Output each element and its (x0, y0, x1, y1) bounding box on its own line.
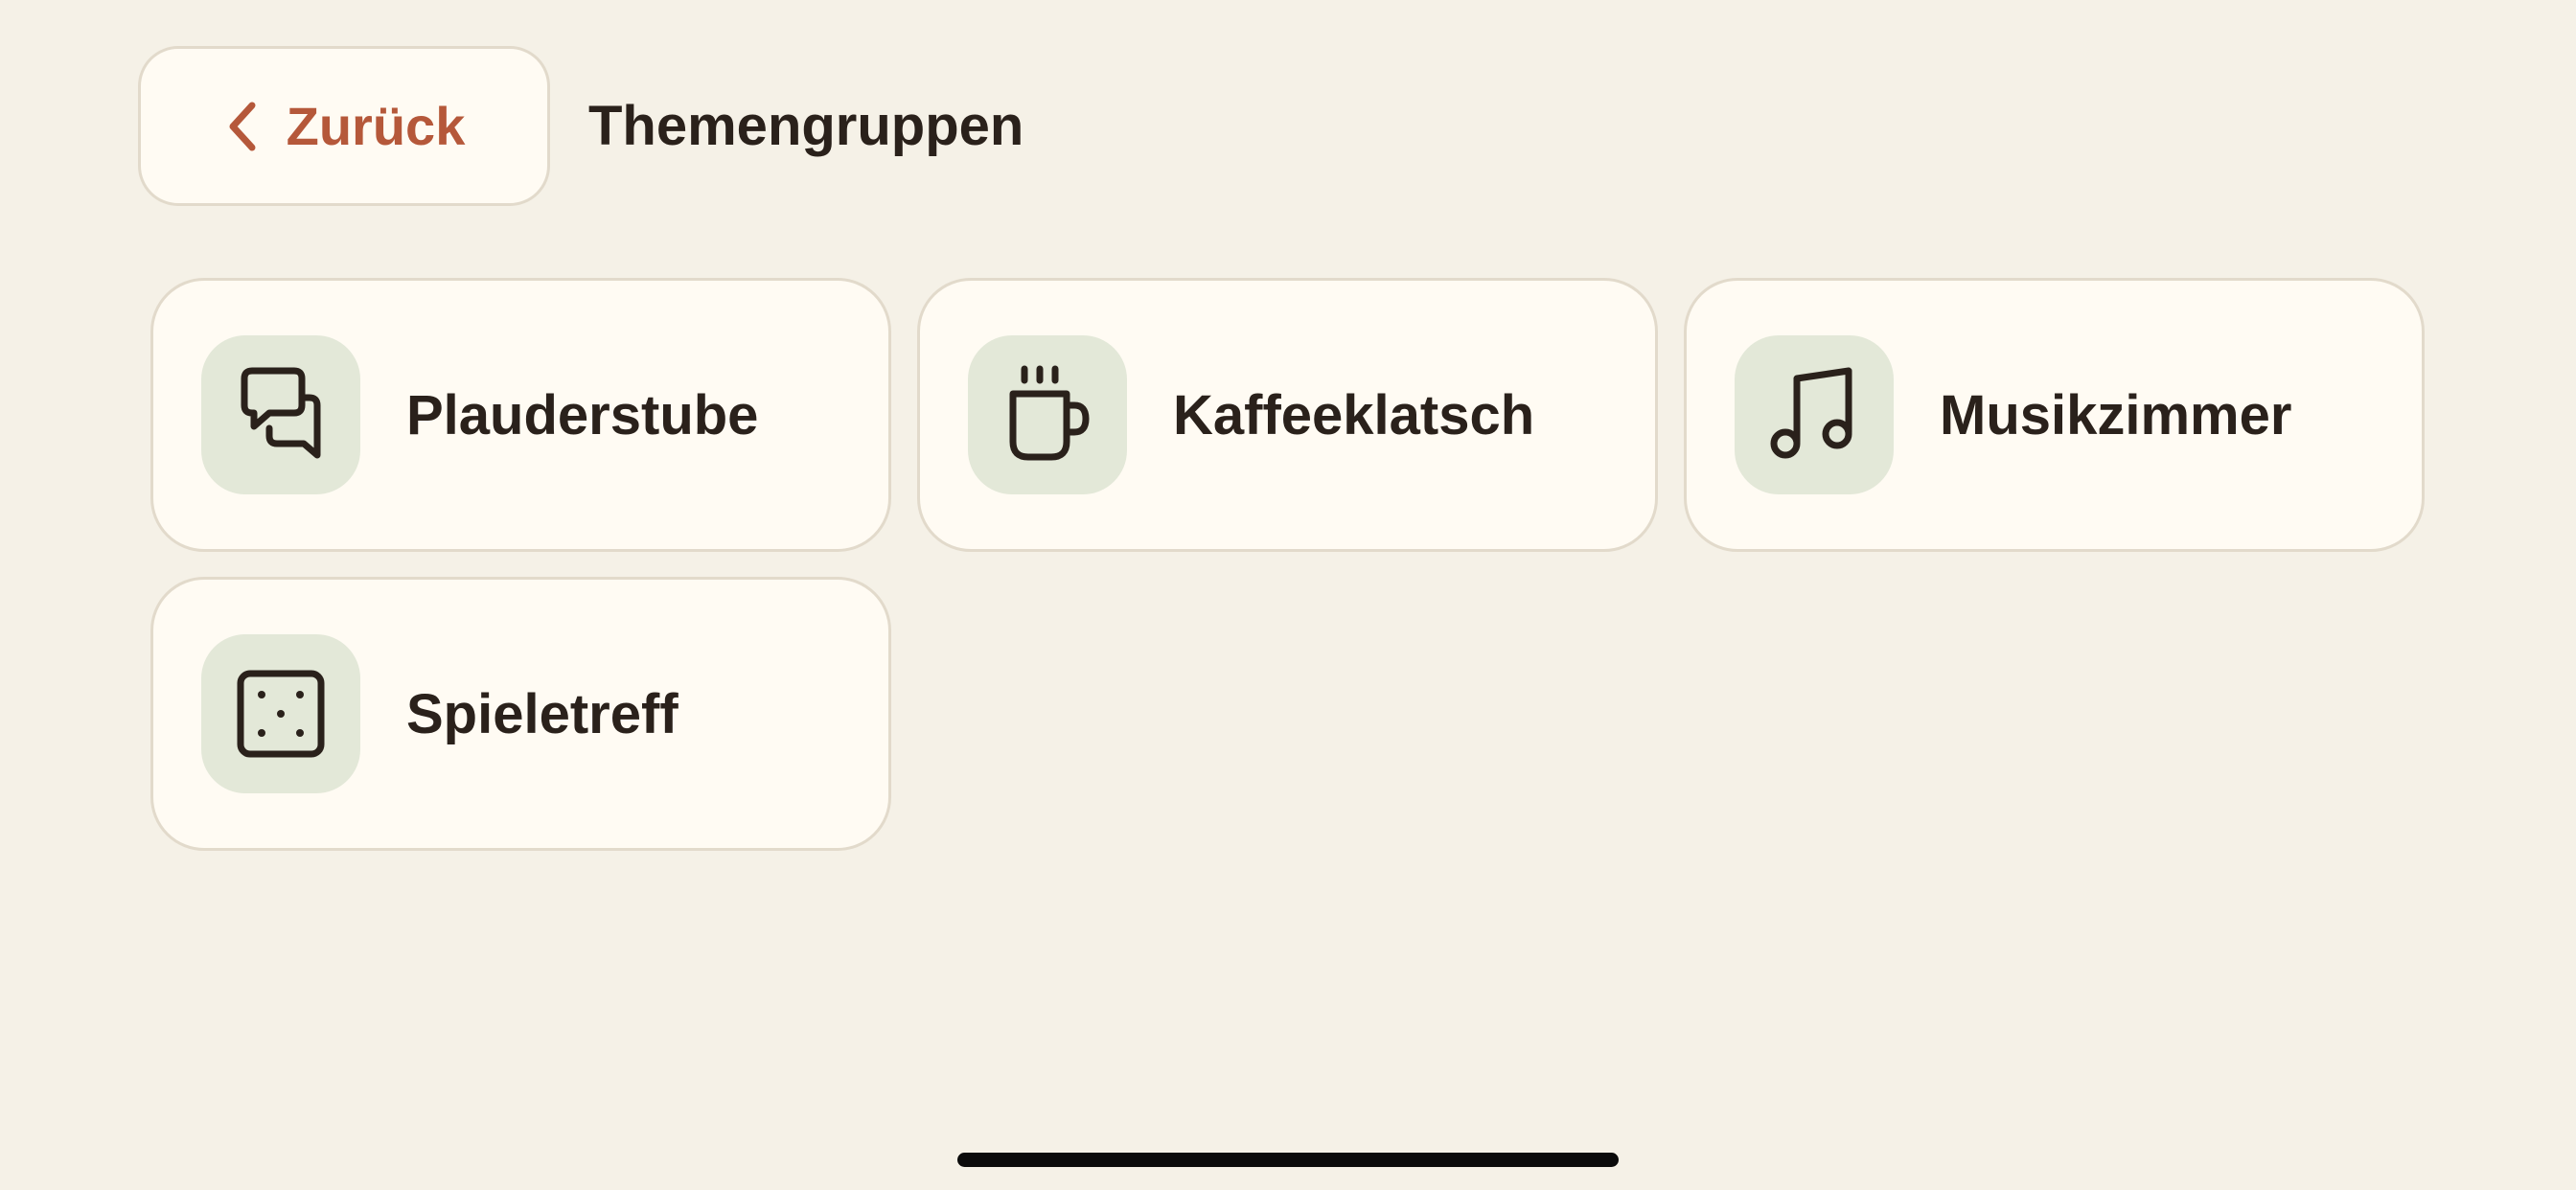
icon-tile (1735, 335, 1894, 494)
dice-icon (237, 670, 325, 758)
group-label: Plauderstube (406, 383, 759, 446)
chat-bubbles-icon (241, 367, 321, 459)
group-label: Kaffeeklatsch (1173, 383, 1535, 446)
group-label: Musikzimmer (1940, 383, 2292, 446)
icon-tile (201, 335, 360, 494)
icon-tile (968, 335, 1127, 494)
page-title: Themengruppen (588, 95, 1024, 157)
music-note-icon (1770, 367, 1852, 459)
back-label: Zurück (286, 96, 466, 156)
group-label: Spieletreff (406, 682, 678, 745)
group-card-spieletreff[interactable]: Spieletreff (150, 577, 891, 851)
icon-tile (201, 634, 360, 793)
coffee-cup-icon (1009, 365, 1090, 461)
home-indicator[interactable] (957, 1153, 1619, 1167)
header: Zurück Themengruppen (138, 46, 1024, 206)
group-card-musikzimmer[interactable]: Musikzimmer (1684, 278, 2425, 552)
back-button[interactable]: Zurück (138, 46, 550, 206)
group-grid: Plauderstube Kaffeeklatsch Musikzimmer S… (150, 278, 2425, 851)
group-card-kaffeeklatsch[interactable]: Kaffeeklatsch (917, 278, 1658, 552)
chevron-left-icon (223, 100, 262, 153)
group-card-plauderstube[interactable]: Plauderstube (150, 278, 891, 552)
